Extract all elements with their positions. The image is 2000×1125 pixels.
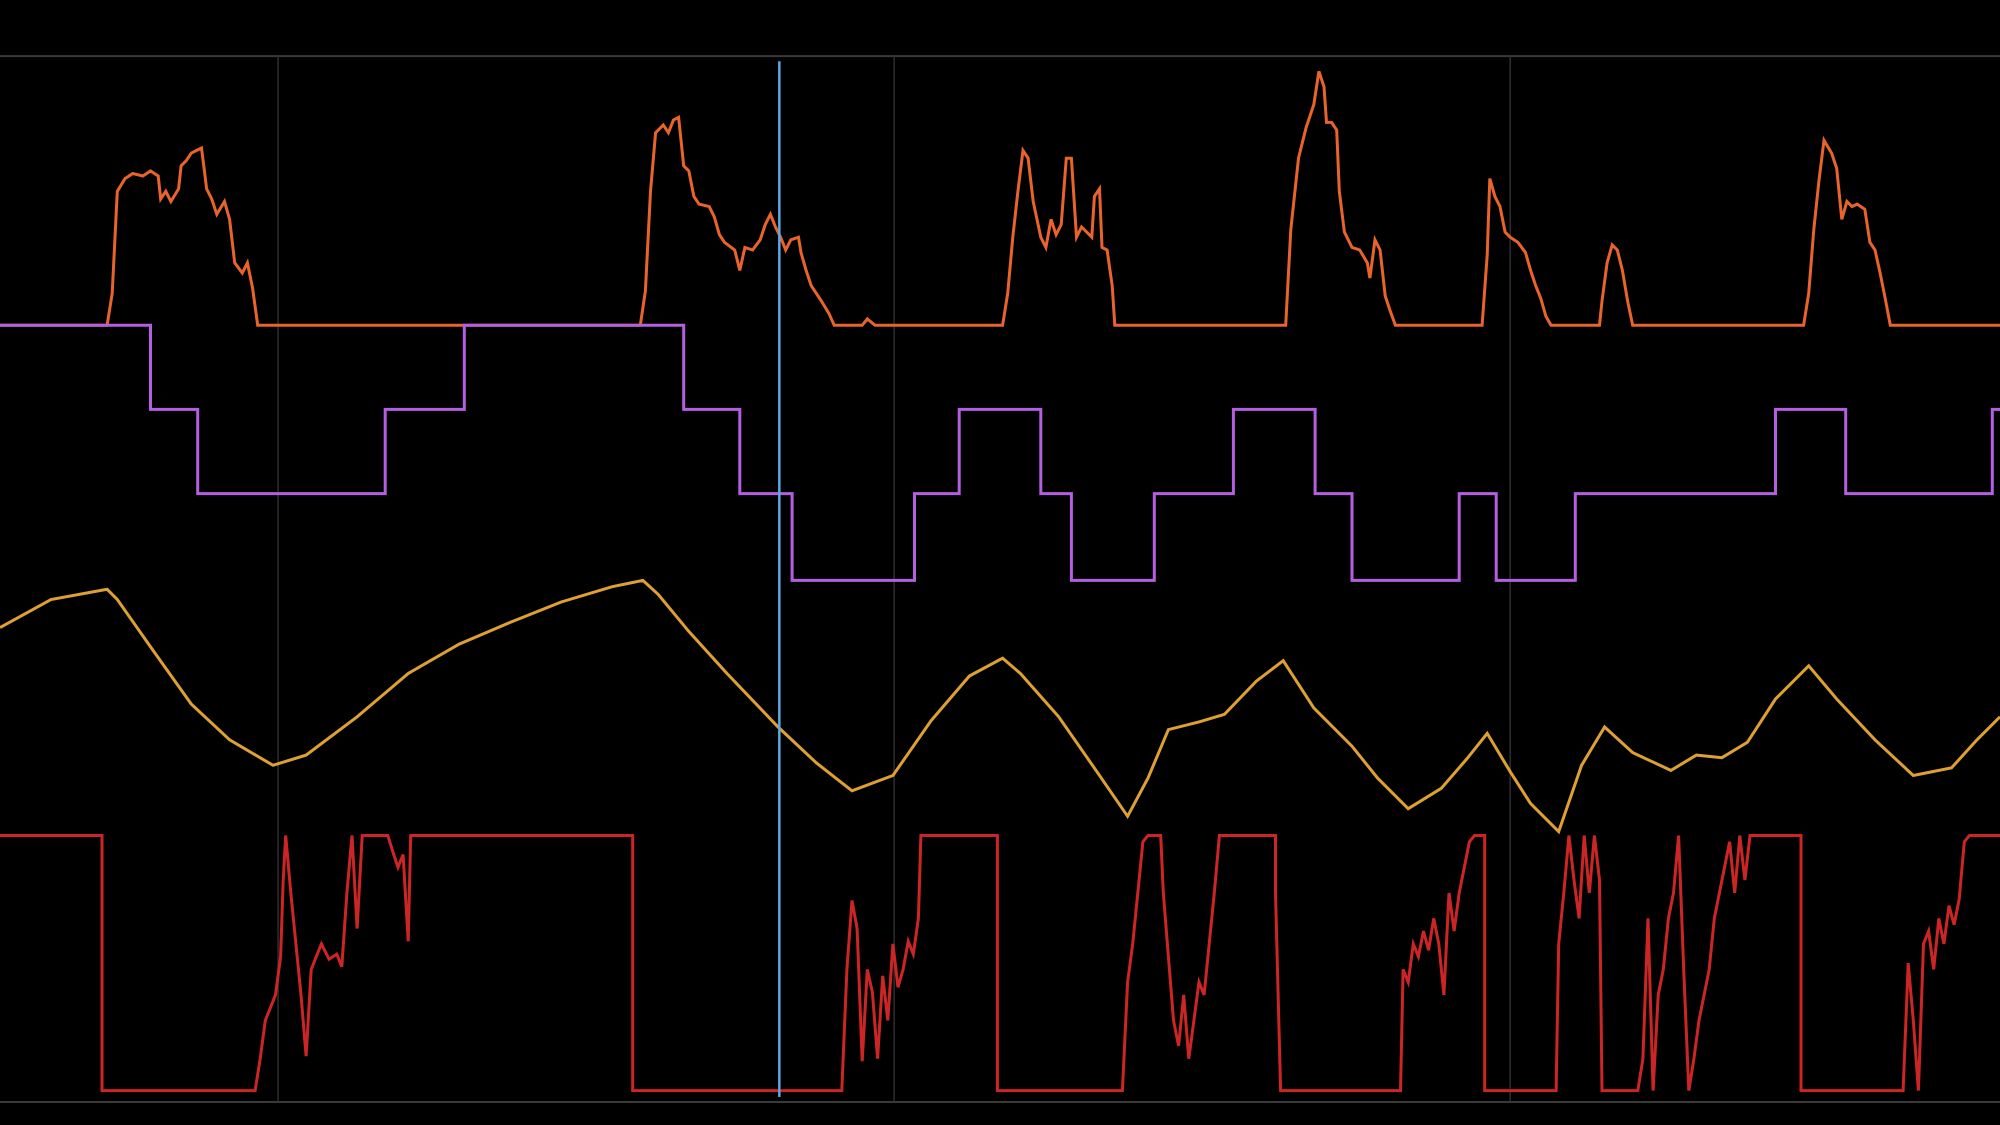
plot-background	[0, 0, 2000, 1125]
chart-panel	[0, 0, 2000, 1125]
line-chart	[0, 0, 2000, 1125]
